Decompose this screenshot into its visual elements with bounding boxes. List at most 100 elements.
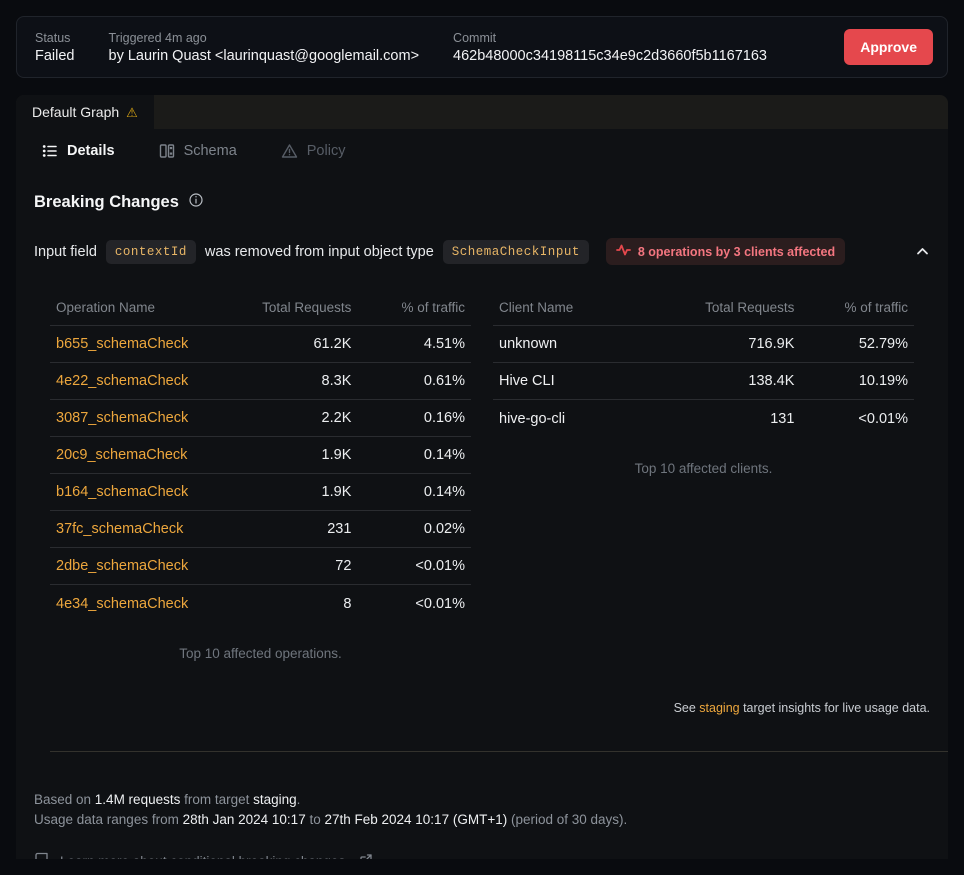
section-divider [50,751,948,752]
traffic-percent-value: 0.61% [351,373,471,389]
traffic-percent-value: 0.14% [351,447,471,463]
table-row: 20c9_schemaCheck1.9K0.14% [50,437,471,474]
learn-more-label: Learn more about conditional breaking ch… [60,854,349,860]
traffic-percent-value: <0.01% [794,411,914,427]
traffic-percent-value: 4.51% [351,336,471,352]
total-requests-value: 72 [238,558,352,574]
clients-table-footer: Top 10 affected clients. [493,461,914,476]
status-label: Status [35,31,75,45]
tab-policy-label: Policy [307,143,346,159]
schema-check-page: Status Failed Triggered 4m ago by Laurin… [0,0,964,875]
traffic-percent-value: 52.79% [794,336,914,352]
table-row: b655_schemaCheck61.2K4.51% [50,326,471,363]
operation-name-link[interactable]: 4e22_schemaCheck [50,373,238,389]
based-on-line: Based on 1.4M requests from target stagi… [34,790,930,810]
operation-name-link[interactable]: 37fc_schemaCheck [50,521,238,537]
status-block: Status Failed [35,31,75,64]
list-icon [42,143,58,159]
tab-schema[interactable]: Schema [159,143,237,159]
triggered-block: Triggered 4m ago by Laurin Quast <laurin… [109,31,420,64]
based-on-suffix: . [297,792,301,807]
activity-pulse-icon [616,244,631,259]
client-name: unknown [493,336,681,352]
total-requests-value: 8 [238,596,352,612]
operations-table-body: b655_schemaCheck61.2K4.51% 4e22_schemaChe… [50,326,471,622]
schema-icon [159,143,175,159]
panel-body: Details Schema [16,129,948,859]
table-row: 4e34_schemaCheck8<0.01% [50,585,471,622]
table-row: unknown716.9K52.79% [493,326,914,363]
tab-schema-label: Schema [184,143,237,159]
target-name: staging [253,792,297,807]
warning-icon: ⚠ [126,106,138,119]
column-header: Total Requests [238,300,352,315]
collapse-chevron-up-icon[interactable] [915,244,930,259]
table-row: hive-go-cli131<0.01% [493,400,914,437]
change-middle: was removed from input object type [205,244,434,260]
warning-triangle-icon [281,143,298,159]
usage-range-line: Usage data ranges from 28th Jan 2024 10:… [34,810,930,830]
tab-policy[interactable]: Policy [281,143,346,159]
tab-default-graph[interactable]: Default Graph ⚠ [16,95,154,129]
breaking-changes-title: Breaking Changes [34,193,179,212]
total-requests-value: 61.2K [238,336,352,352]
total-requests-value: 8.3K [238,373,352,389]
breaking-change-row[interactable]: Input field contextId was removed from i… [34,238,930,265]
operations-affected-badge: 8 operations by 3 clients affected [606,238,845,265]
subtab-bar: Details Schema [34,129,930,171]
client-name: Hive CLI [493,373,681,389]
column-header: Operation Name [50,300,238,315]
operation-name-link[interactable]: 3087_schemaCheck [50,410,238,426]
based-on-middle: from target [180,792,253,807]
commit-block: Commit 462b48000c34198115c34e9c2d3660f5b… [453,31,810,64]
range-to-word: to [306,812,325,827]
traffic-percent-value: 0.02% [351,521,471,537]
traffic-percent-value: <0.01% [351,558,471,574]
operations-table: Operation Name Total Requests % of traff… [50,290,471,661]
operation-name-link[interactable]: 2dbe_schemaCheck [50,558,238,574]
staging-link[interactable]: staging [699,701,739,715]
triggered-by: by Laurin Quast <laurinquast@googlemail.… [109,48,420,64]
insights-note: See staging target insights for live usa… [34,701,930,715]
status-value: Failed [35,48,75,64]
tab-details[interactable]: Details [42,143,115,159]
total-requests-value: 2.2K [238,410,352,426]
traffic-percent-value: 0.14% [351,484,471,500]
commit-label: Commit [453,31,810,45]
book-icon [34,852,49,860]
column-header: % of traffic [794,300,914,315]
operation-name-link[interactable]: b164_schemaCheck [50,484,238,500]
graph-panel: Default Graph ⚠ Details [16,95,948,859]
approve-button[interactable]: Approve [844,29,933,65]
table-row: 37fc_schemaCheck2310.02% [50,511,471,548]
change-field-code: contextId [106,240,196,264]
range-prefix: Usage data ranges from [34,812,183,827]
external-link-icon [360,854,372,860]
requests-count: 1.4M requests [95,792,181,807]
operations-table-footer: Top 10 affected operations. [50,646,471,661]
client-name: hive-go-cli [493,411,681,427]
column-header: Client Name [493,300,681,315]
table-row: Hive CLI138.4K10.19% [493,363,914,400]
operation-name-link[interactable]: b655_schemaCheck [50,336,238,352]
traffic-percent-value: 0.16% [351,410,471,426]
based-on-prefix: Based on [34,792,95,807]
table-row: 2dbe_schemaCheck72<0.01% [50,548,471,585]
breaking-changes-header: Breaking Changes [34,193,930,212]
range-from-date: 28th Jan 2024 10:17 [183,812,306,827]
triggered-label: Triggered 4m ago [109,31,420,45]
clients-table-body: unknown716.9K52.79%Hive CLI138.4K10.19%h… [493,326,914,437]
table-row: b164_schemaCheck1.9K0.14% [50,474,471,511]
traffic-percent-value: <0.01% [351,596,471,612]
change-type-code: SchemaCheckInput [443,240,589,264]
range-suffix: (period of 30 days). [507,812,627,827]
usage-summary: Based on 1.4M requests from target stagi… [34,790,930,831]
operation-name-link[interactable]: 4e34_schemaCheck [50,596,238,612]
operation-name-link[interactable]: 20c9_schemaCheck [50,447,238,463]
tab-details-label: Details [67,143,115,159]
total-requests-value: 131 [681,411,795,427]
column-header: Total Requests [681,300,795,315]
info-icon[interactable] [189,193,203,212]
learn-more-link[interactable]: Learn more about conditional breaking ch… [34,852,930,860]
column-header: % of traffic [351,300,471,315]
